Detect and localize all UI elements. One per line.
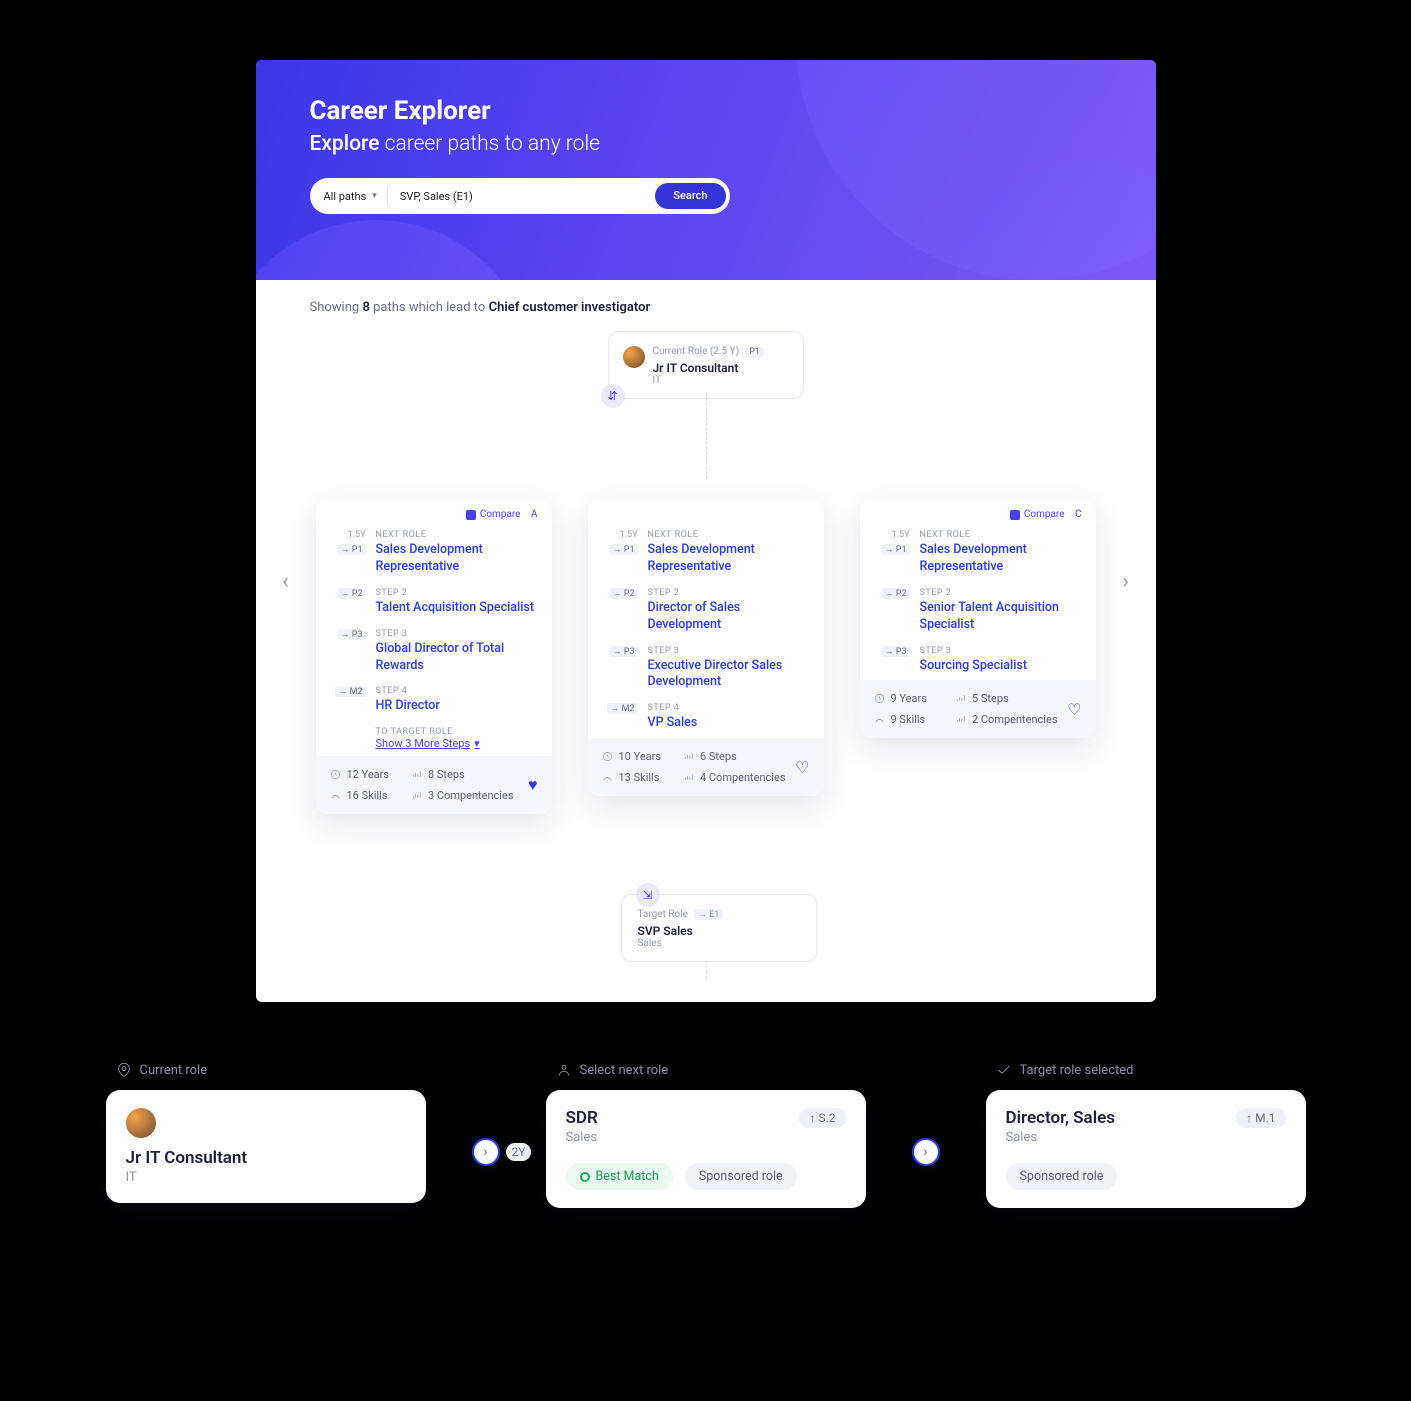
role-title: Jr IT Consultant (126, 1148, 406, 1168)
avatar (623, 346, 645, 368)
sponsored-pill: Sponsored role (685, 1163, 797, 1190)
connector-line (706, 393, 707, 479)
compare-toggle-a[interactable]: Compare A (316, 499, 552, 524)
stat-skills: 9 Skills (874, 713, 955, 726)
path-step[interactable]: 1.5Y→ P1 NEXT ROLESales Development Repr… (588, 524, 824, 582)
stat-comps: 3 Compentencies (411, 789, 514, 802)
paths-filter[interactable]: All paths (324, 190, 367, 203)
stepper-connector: › 2Y (466, 1138, 506, 1166)
current-role-card[interactable]: Jr IT Consultant IT (106, 1090, 426, 1203)
career-explorer-app: Career Explorer Explore career paths to … (256, 60, 1156, 1002)
favorite-button[interactable]: ♡ (795, 758, 809, 777)
step-advance-button[interactable]: › (472, 1138, 500, 1166)
path-step[interactable]: 1.5Y→ P1 NEXT ROLESales Development Repr… (316, 524, 552, 582)
hero: Career Explorer Explore career paths to … (256, 60, 1156, 280)
chevron-down-icon: ▾ (474, 737, 480, 750)
sponsored-pill: Sponsored role (1006, 1163, 1118, 1190)
status-dot-icon (580, 1172, 590, 1182)
current-role-title: Jr IT Consultant (653, 361, 787, 375)
stat-comps: 4 Compentencies (683, 771, 786, 784)
stepper-col-current: Current role Jr IT Consultant IT (106, 1062, 426, 1203)
path-stats: 10 Years 6 Steps ♡ 13 Skills 4 Compenten… (588, 738, 824, 796)
step-advance-button[interactable]: › (912, 1138, 940, 1166)
role-dept: Sales (1006, 1130, 1286, 1145)
path-step[interactable]: → P2 STEP 2Senior Talent Acquisition Spe… (860, 582, 1096, 640)
next-role-card[interactable]: SDR ↑ S.2 Sales Best Match Sponsored rol… (546, 1090, 866, 1208)
target-role-card[interactable]: Director, Sales ↑ M.1 Sales Sponsored ro… (986, 1090, 1306, 1208)
path-card-c[interactable]: Compare C 1.5Y→ P1 NEXT ROLESales Develo… (860, 499, 1096, 738)
stat-steps: 6 Steps (683, 750, 786, 763)
path-card-a[interactable]: Compare A 1.5Y→ P1 NEXT ROLESales Develo… (316, 499, 552, 814)
path-step[interactable]: → P2 STEP 2Director of Sales Development (588, 582, 824, 640)
page-subtitle: Explore career paths to any role (310, 132, 1102, 156)
path-step[interactable]: 1.5Y→ P1 NEXT ROLESales Development Repr… (860, 524, 1096, 582)
stepper-col-target: Target role selected Director, Sales ↑ M… (986, 1062, 1306, 1208)
search-input[interactable]: SVP, Sales (E1) (400, 190, 656, 203)
search-button[interactable]: Search (655, 183, 725, 209)
stat-years: 12 Years (330, 768, 411, 781)
hero-blob (256, 220, 536, 280)
favorite-button[interactable]: ♡ (1067, 700, 1081, 719)
stat-skills: 16 Skills (330, 789, 411, 802)
role-stepper: Current role Jr IT Consultant IT › 2Y Se… (106, 1062, 1306, 1208)
paths-diagram: ‹ › Compare A 1.5Y→ P1 NEXT ROLESales De… (256, 399, 1156, 1002)
path-step[interactable]: → M2 STEP 4VP Sales (588, 697, 824, 738)
paths-summary: Showing 8 paths which lead to Chief cust… (256, 280, 1156, 323)
stepper-connector: › (906, 1138, 946, 1166)
path-stats: 12 Years 8 Steps ♥ 16 Skills 3 Compenten… (316, 756, 552, 814)
path-step[interactable]: → M2 STEP 4HR Director (316, 680, 552, 721)
role-title: SDR (566, 1108, 598, 1128)
path-stats: 9 Years 5 Steps ♡ 9 Skills 2 Compentenci… (860, 680, 1096, 738)
path-step[interactable]: → P3 STEP 3Global Director of Total Rewa… (316, 623, 552, 681)
role-dept: IT (126, 1170, 406, 1185)
path-step[interactable]: → P3 STEP 3Executive Director Sales Deve… (588, 640, 824, 698)
stat-steps: 8 Steps (411, 768, 514, 781)
stat-years: 10 Years (602, 750, 683, 763)
level-chip: ↑ S.2 (799, 1108, 845, 1128)
path-step[interactable]: → P2 STEP 2Talent Acquisition Specialist (316, 582, 552, 623)
current-role-node[interactable]: Current Role (2.5 Y) P1 Jr IT Consultant… (608, 331, 804, 399)
select-icon (556, 1062, 572, 1078)
stat-years: 9 Years (874, 692, 955, 705)
target-icon: ⇲ (636, 883, 660, 907)
role-dept: Sales (566, 1130, 846, 1145)
divider (387, 186, 388, 206)
stepper-heading: Current role (140, 1063, 208, 1078)
stat-comps: 2 Compentencies (955, 713, 1058, 726)
search-bar: All paths ▾ SVP, Sales (E1) Search (310, 178, 730, 214)
check-icon (996, 1062, 1012, 1078)
stepper-heading: Target role selected (1020, 1063, 1134, 1078)
role-title: Director, Sales (1006, 1108, 1116, 1128)
target-role-node[interactable]: ⇲ Target Role→ E1 SVP Sales Sales (621, 894, 817, 962)
path-card-b[interactable]: · 1.5Y→ P1 NEXT ROLESales Development Re… (588, 499, 824, 796)
favorite-button[interactable]: ♥ (528, 775, 538, 795)
stat-skills: 13 Skills (602, 771, 683, 784)
best-match-pill: Best Match (566, 1163, 673, 1190)
current-role-dept: IT (653, 375, 787, 386)
avatar (126, 1108, 156, 1138)
page-title: Career Explorer (310, 96, 1102, 126)
show-more-steps[interactable]: TO TARGET ROLE Show 3 More Steps▾ (316, 721, 552, 756)
stepper-heading: Select next role (580, 1063, 669, 1078)
path-step[interactable]: → P3 STEP 3Sourcing Specialist (860, 640, 1096, 681)
chevron-down-icon[interactable]: ▾ (372, 191, 377, 201)
pin-icon (116, 1062, 132, 1078)
current-role-meta: Current Role (2.5 Y) P1 (653, 346, 787, 357)
stepper-col-next: Select next role SDR ↑ S.2 Sales Best Ma… (546, 1062, 866, 1208)
level-chip: ↑ M.1 (1236, 1108, 1285, 1128)
stat-steps: 5 Steps (955, 692, 1058, 705)
checkbox-checked-icon[interactable] (466, 510, 476, 520)
checkbox-checked-icon[interactable] (1010, 510, 1020, 520)
compare-toggle-c[interactable]: Compare C (860, 499, 1096, 524)
duration-chip: 2Y (506, 1143, 532, 1161)
